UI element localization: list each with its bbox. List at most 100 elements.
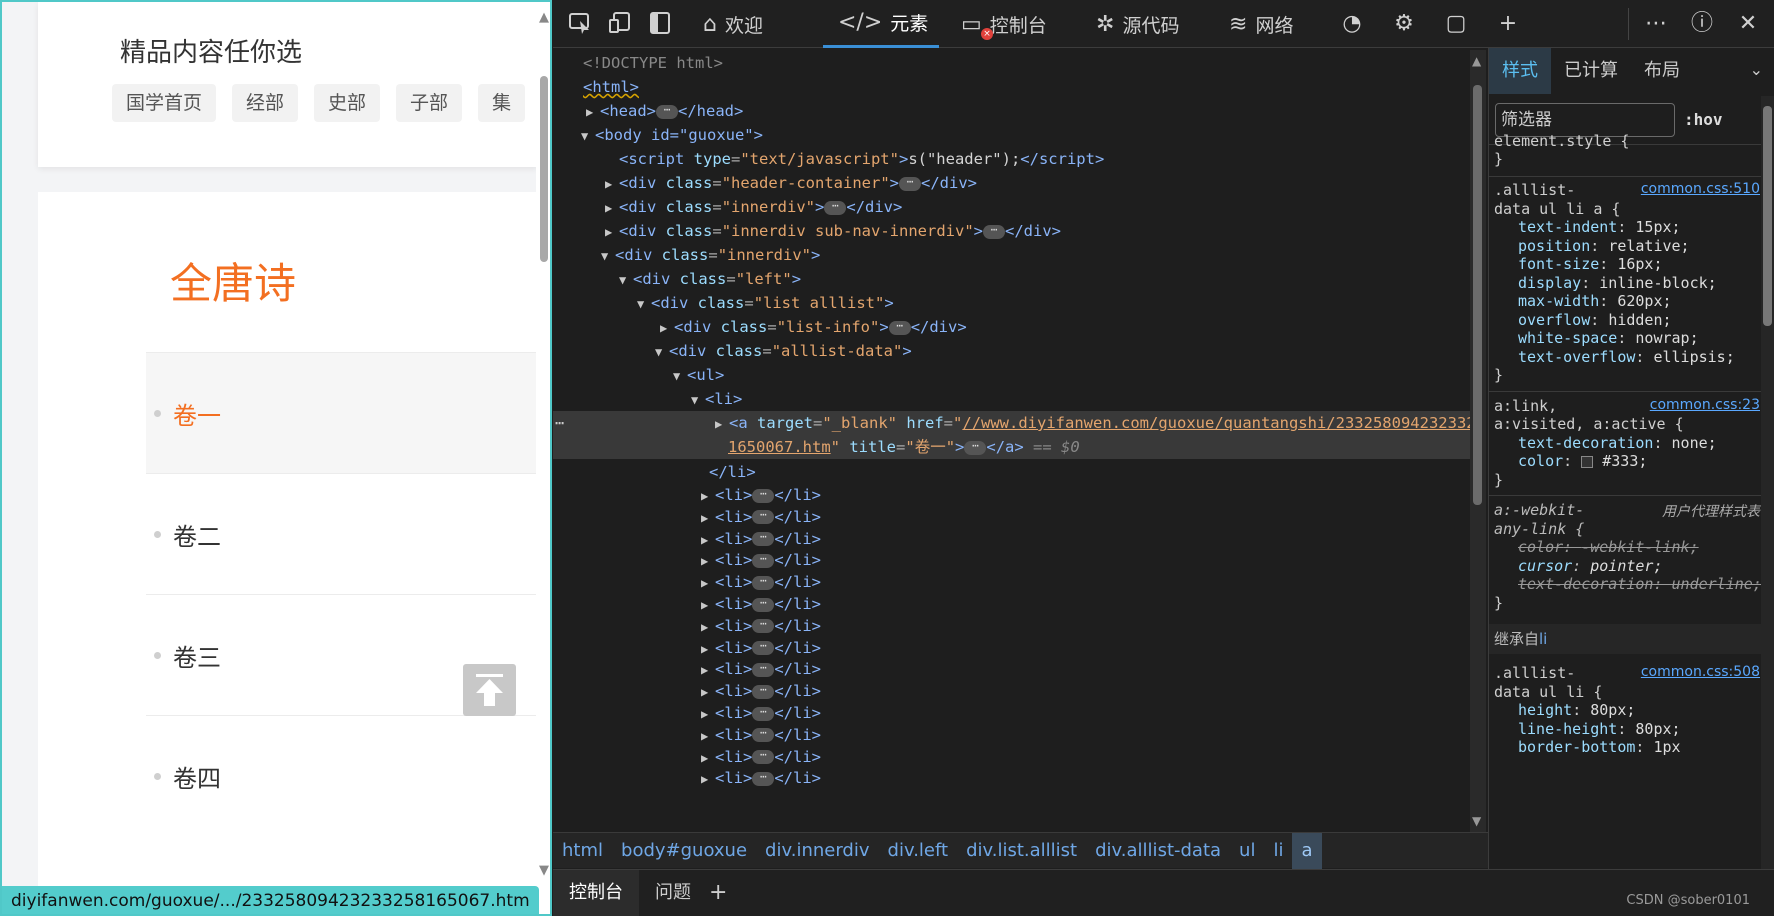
inherited-tag-link[interactable]: li	[1539, 630, 1547, 648]
dom-node[interactable]: ▶ <head> ⋯ </head>	[553, 99, 1472, 123]
dom-node[interactable]: ▶ <div class="header-container"> ⋯ </div>	[553, 171, 1472, 195]
href-link[interactable]: //www.diyifanwen.com/guoxue/quantangshi/…	[962, 414, 1472, 432]
breadcrumb-item[interactable]: body#guoxue	[612, 833, 756, 869]
close-icon[interactable]: ✕	[1733, 10, 1763, 38]
dom-node[interactable]: ▶ <div class="innerdiv sub-nav-innerdiv">…	[553, 219, 1472, 243]
rule-source-link[interactable]: common.css:510	[1641, 181, 1760, 197]
ellipsis-badge[interactable]: ⋯	[752, 618, 775, 634]
expand-arrow-icon[interactable]: ▶	[605, 220, 619, 244]
dom-node[interactable]: ▶ <li> ⋯ </li>	[553, 614, 1472, 638]
performance-icon[interactable]: ◔	[1337, 10, 1367, 38]
collapse-arrow-icon[interactable]: ▼	[673, 364, 687, 388]
scrollbar-thumb[interactable]	[1763, 106, 1772, 326]
tab-computed[interactable]: 已计算	[1551, 48, 1631, 94]
collapse-arrow-icon[interactable]: ▼	[637, 292, 651, 316]
dom-node[interactable]: ▶ <li> ⋯ </li>	[553, 527, 1472, 551]
dom-node[interactable]: ▶ <li> ⋯ </li>	[553, 766, 1472, 790]
rule-selector[interactable]: any-link {	[1494, 520, 1584, 539]
scrollbar-thumb[interactable]	[1473, 85, 1482, 505]
css-property[interactable]: position: relative;	[1518, 237, 1690, 256]
ellipsis-badge[interactable]: ⋯	[752, 640, 775, 656]
ellipsis-badge[interactable]: ⋯	[888, 320, 911, 335]
collapse-arrow-icon[interactable]: ▼	[691, 388, 705, 412]
ellipsis-badge[interactable]: ⋯	[752, 575, 775, 590]
ellipsis-badge[interactable]: ⋯	[752, 706, 775, 721]
list-item[interactable]: 卷一	[146, 352, 546, 473]
ellipsis-badge[interactable]: ⋯	[824, 200, 847, 215]
breadcrumb-item[interactable]: div.list.alllist	[957, 833, 1086, 869]
scroll-up-icon[interactable]: ▲	[539, 10, 549, 25]
rule-selector[interactable]: .alllist-	[1494, 181, 1575, 200]
dom-node[interactable]: ▶ <li> ⋯ </li>	[553, 745, 1472, 769]
volume-link[interactable]: 卷一	[173, 396, 221, 431]
gear-icon[interactable]: ⚙	[1389, 10, 1419, 38]
category-tab[interactable]: 子部	[396, 84, 463, 122]
add-drawer-tab-icon[interactable]: +	[693, 870, 743, 916]
ellipsis-badge[interactable]: ⋯	[752, 662, 775, 677]
dom-node[interactable]: ▶ <li> ⋯ </li>	[553, 701, 1472, 725]
css-property[interactable]: color: #333;	[1518, 452, 1647, 471]
expand-arrow-icon[interactable]: ▶	[605, 196, 619, 220]
ellipsis-badge[interactable]: ⋯	[752, 597, 775, 612]
tab-welcome[interactable]: ⌂ 欢迎	[703, 0, 763, 48]
css-property[interactable]: font-size: 16px;	[1518, 255, 1663, 274]
dom-node[interactable]: ▶ <li> ⋯ </li>	[553, 483, 1472, 507]
dom-node[interactable]: <!DOCTYPE html>	[553, 51, 1472, 75]
tab-console[interactable]: ▭ × 控制台	[961, 0, 1047, 48]
css-property[interactable]: max-width: 620px;	[1518, 292, 1672, 311]
breadcrumb-item-current[interactable]: a	[1292, 832, 1322, 869]
application-icon[interactable]: ▢	[1441, 10, 1471, 38]
dom-node[interactable]: ▼ <li>	[553, 387, 1472, 411]
css-property[interactable]: color: -webkit-link;	[1518, 538, 1699, 557]
ellipsis-badge[interactable]: ⋯	[983, 224, 1005, 239]
scroll-down-icon[interactable]: ▼	[1472, 814, 1481, 828]
dom-node[interactable]: ▶ <li> ⋯ </li>	[553, 657, 1472, 681]
dom-node[interactable]: ▶ <li> ⋯ </li>	[553, 636, 1472, 660]
category-tab[interactable]: 国学首页	[112, 84, 217, 122]
breadcrumb-item[interactable]: div.alllist-data	[1086, 833, 1230, 869]
css-property[interactable]: cursor: pointer;	[1518, 557, 1663, 576]
dom-node[interactable]: ▼ <body id="guoxue">	[553, 123, 1472, 147]
rule-selector[interactable]: a:visited, a:active {	[1494, 415, 1684, 434]
volume-link[interactable]: 卷四	[173, 759, 221, 794]
ellipsis-badge[interactable]: ⋯	[752, 771, 775, 786]
rule-selector[interactable]: a:link,	[1494, 397, 1557, 416]
breadcrumb-item[interactable]: ul	[1230, 833, 1264, 869]
element-style-rule[interactable]: element.style {	[1494, 132, 1629, 151]
color-swatch[interactable]	[1581, 455, 1594, 468]
css-property[interactable]: overflow: hidden;	[1518, 311, 1672, 330]
volume-link[interactable]: 卷三	[173, 638, 221, 673]
device-emulation-icon[interactable]	[605, 10, 635, 38]
dom-node[interactable]: ▶ <li> ⋯ </li>	[553, 505, 1472, 529]
rule-selector[interactable]: a:-webkit-	[1494, 501, 1584, 520]
breadcrumb-item[interactable]: div.innerdiv	[756, 833, 878, 869]
rule-selector[interactable]: .alllist-	[1494, 664, 1575, 683]
scroll-up-icon[interactable]: ▲	[1472, 54, 1481, 68]
expand-arrow-icon[interactable]: ▶	[586, 100, 600, 124]
dom-node[interactable]: ▶ <li> ⋯ </li>	[553, 723, 1472, 747]
ellipsis-badge[interactable]: ⋯	[752, 553, 775, 568]
volume-link[interactable]: 卷二	[173, 517, 221, 552]
scrollbar-thumb[interactable]	[540, 76, 548, 262]
help-icon[interactable]: ⓘ	[1687, 10, 1717, 38]
drawer-tab-console[interactable]: 控制台	[553, 870, 639, 916]
ellipsis-badge[interactable]: ⋯	[752, 749, 775, 765]
expand-arrow-icon[interactable]: ▶	[701, 767, 715, 791]
collapse-arrow-icon[interactable]: ▼	[655, 340, 669, 364]
more-actions-icon[interactable]: ⋯	[555, 411, 564, 435]
tab-elements[interactable]: </> 元素	[823, 0, 939, 48]
rule-source-link[interactable]: common.css:508	[1641, 664, 1760, 680]
category-tab[interactable]: 经部	[232, 84, 299, 122]
rule-source-link[interactable]: common.css:23	[1650, 397, 1760, 413]
ellipsis-badge[interactable]: ⋯	[752, 509, 775, 525]
tab-layout[interactable]: 布局	[1631, 48, 1693, 94]
css-property[interactable]: white-space: nowrap;	[1518, 329, 1699, 348]
category-tab[interactable]: 史部	[314, 84, 381, 122]
dom-node[interactable]: ▼ <div class="left">	[553, 267, 1472, 291]
dom-node[interactable]: ▶ <div class="list-info"> ⋯ </div>	[553, 315, 1472, 339]
expand-arrow-icon[interactable]: ▶	[605, 172, 619, 196]
dom-node[interactable]: ▼ <div class="alllist-data">	[553, 339, 1472, 363]
hover-state-toggle[interactable]: :hov	[1684, 110, 1723, 129]
category-tab[interactable]: 集	[478, 84, 526, 122]
more-options-icon[interactable]: ⋯	[1641, 10, 1671, 38]
